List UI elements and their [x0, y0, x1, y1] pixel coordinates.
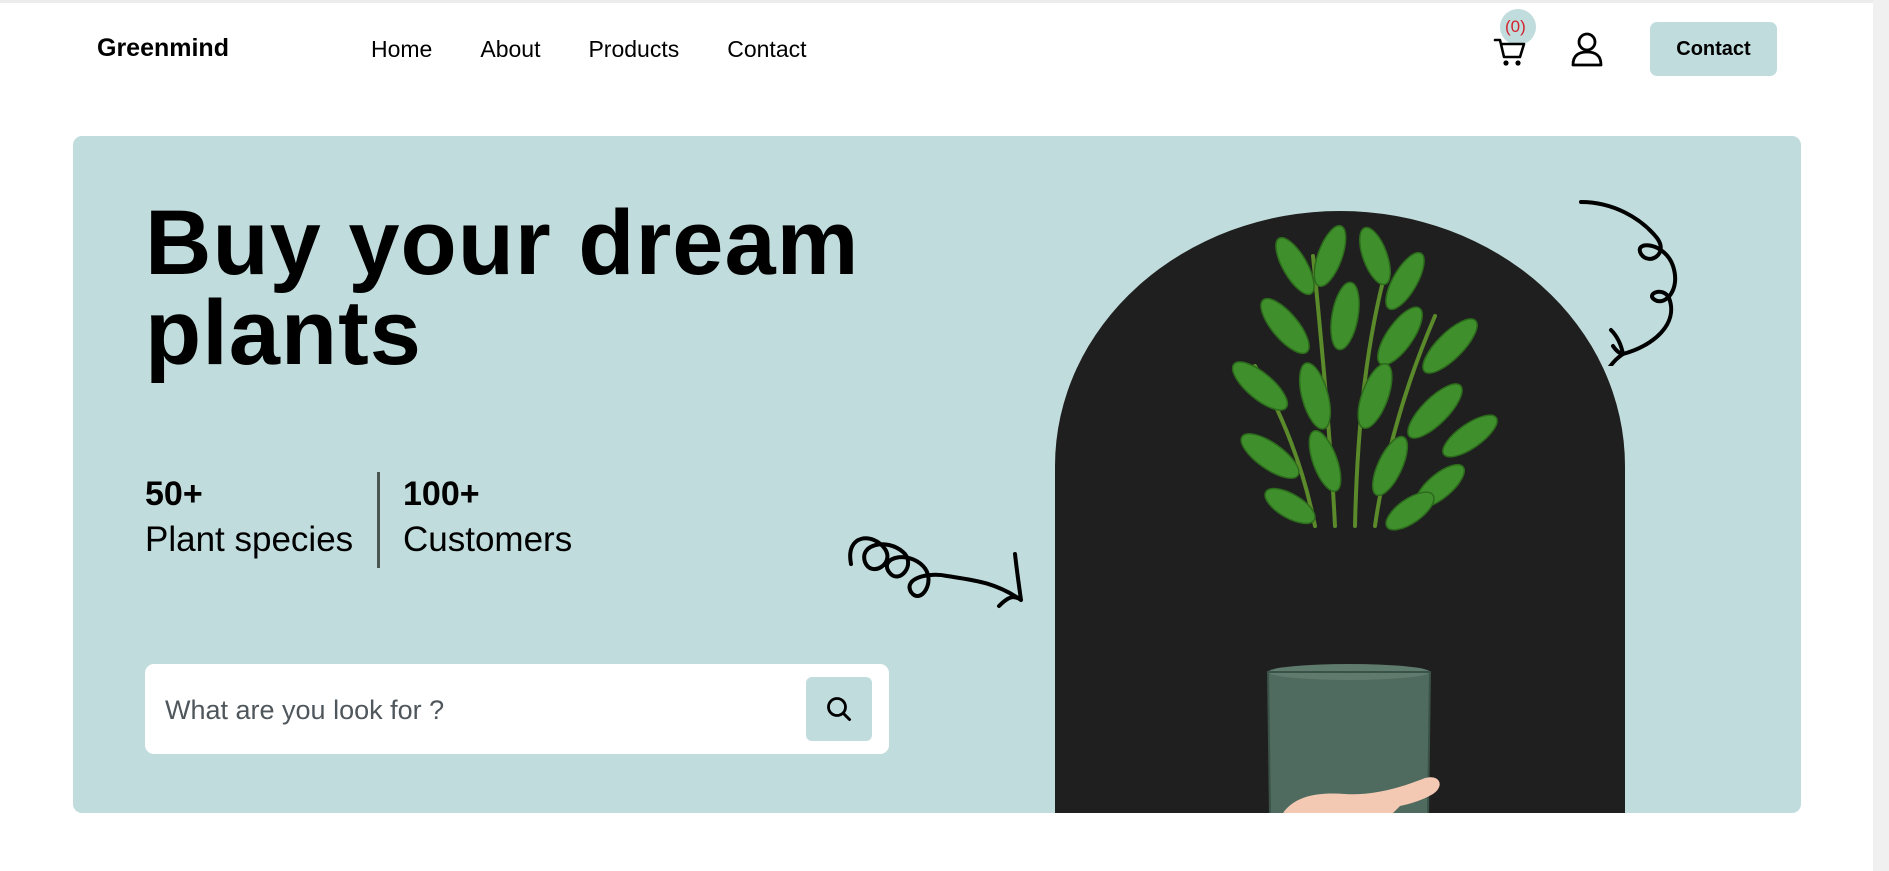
stat-label: Plant species [145, 520, 354, 559]
nav-home-link[interactable]: Home [371, 36, 432, 63]
squiggle-arrow-decoration [843, 514, 1053, 624]
search-box [145, 664, 889, 754]
stat-plant-species: 50+ Plant species [145, 474, 353, 566]
search-button[interactable] [806, 677, 872, 741]
stat-label: Customers [403, 520, 573, 559]
hero-title: Buy your dream plants [145, 192, 860, 384]
spiral-arrow-decoration [1579, 200, 1677, 366]
stat-value: 50+ [145, 475, 203, 513]
nav-products-link[interactable]: Products [588, 36, 679, 63]
nav-contact-link[interactable]: Contact [727, 36, 806, 63]
user-icon[interactable] [1570, 31, 1604, 67]
stat-value: 100+ [403, 475, 480, 513]
main-nav: Home About Products Contact [371, 36, 807, 63]
top-border [0, 0, 1889, 3]
scrollbar[interactable] [1873, 0, 1889, 871]
stat-divider [377, 472, 380, 568]
hero-section: Buy your dream plants 50+ Plant species … [73, 136, 1801, 813]
plant-image [1055, 211, 1625, 813]
search-icon [827, 697, 851, 721]
stat-customers: 100+ Customers [403, 474, 572, 566]
cart-count: (0) [1505, 17, 1526, 36]
contact-button[interactable]: Contact [1650, 22, 1777, 76]
search-input[interactable] [163, 682, 787, 738]
nav-about-link[interactable]: About [480, 36, 540, 63]
brand-logo[interactable]: Greenmind [97, 34, 229, 63]
